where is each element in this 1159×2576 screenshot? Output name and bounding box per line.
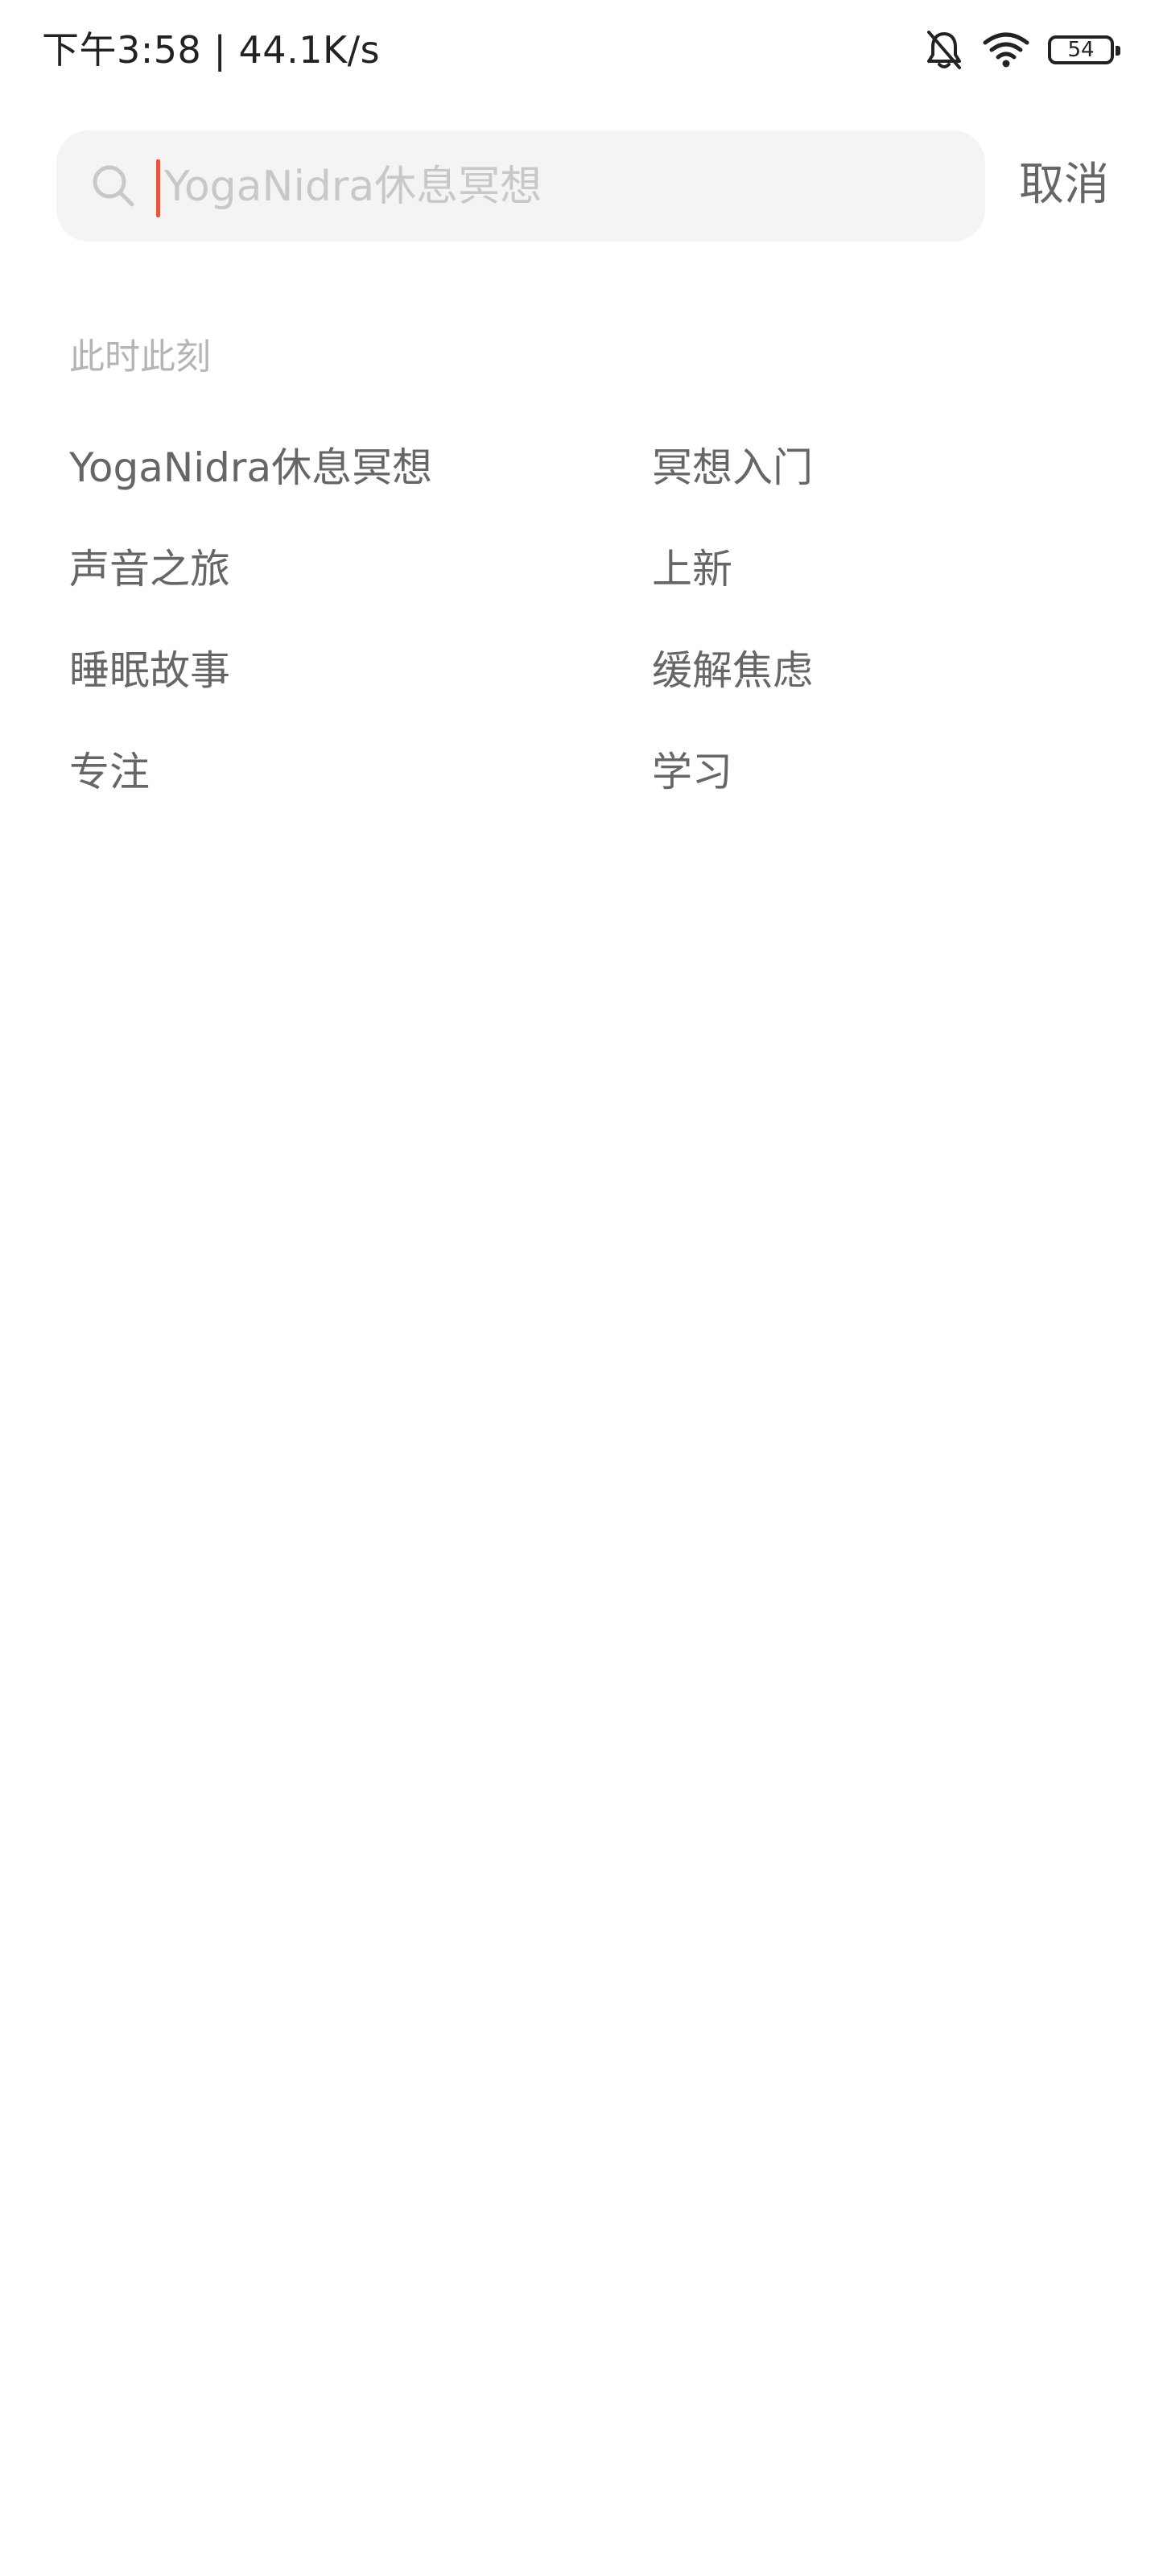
suggestion-item[interactable]: 声音之旅 [69,541,230,597]
section-title: 此时此刻 [69,336,211,378]
wifi-icon [982,31,1030,68]
cancel-button[interactable]: 取消 [1019,153,1109,217]
text-caret [156,159,160,217]
status-bar: 下午3:58 | 44.1K/s 54 [0,0,1159,100]
status-icons: 54 [924,24,1120,76]
battery-level: 54 [1067,38,1095,62]
search-box[interactable] [56,130,985,242]
suggestion-item[interactable]: 上新 [652,541,732,597]
battery-icon: 54 [1048,35,1120,64]
search-input[interactable] [161,153,961,221]
suggestion-item[interactable]: 冥想入门 [652,440,813,496]
suggestion-item[interactable]: 睡眠故事 [69,642,230,699]
suggestion-item[interactable]: 学习 [652,744,732,800]
status-time-speed: 下午3:58 | 44.1K/s [42,28,381,72]
suggestion-item[interactable]: 专注 [69,744,150,800]
search-icon [90,163,137,209]
suggestion-item[interactable]: 缓解焦虑 [652,642,813,699]
bell-off-icon [924,29,964,71]
suggestion-item[interactable]: YogaNidra休息冥想 [69,440,432,496]
